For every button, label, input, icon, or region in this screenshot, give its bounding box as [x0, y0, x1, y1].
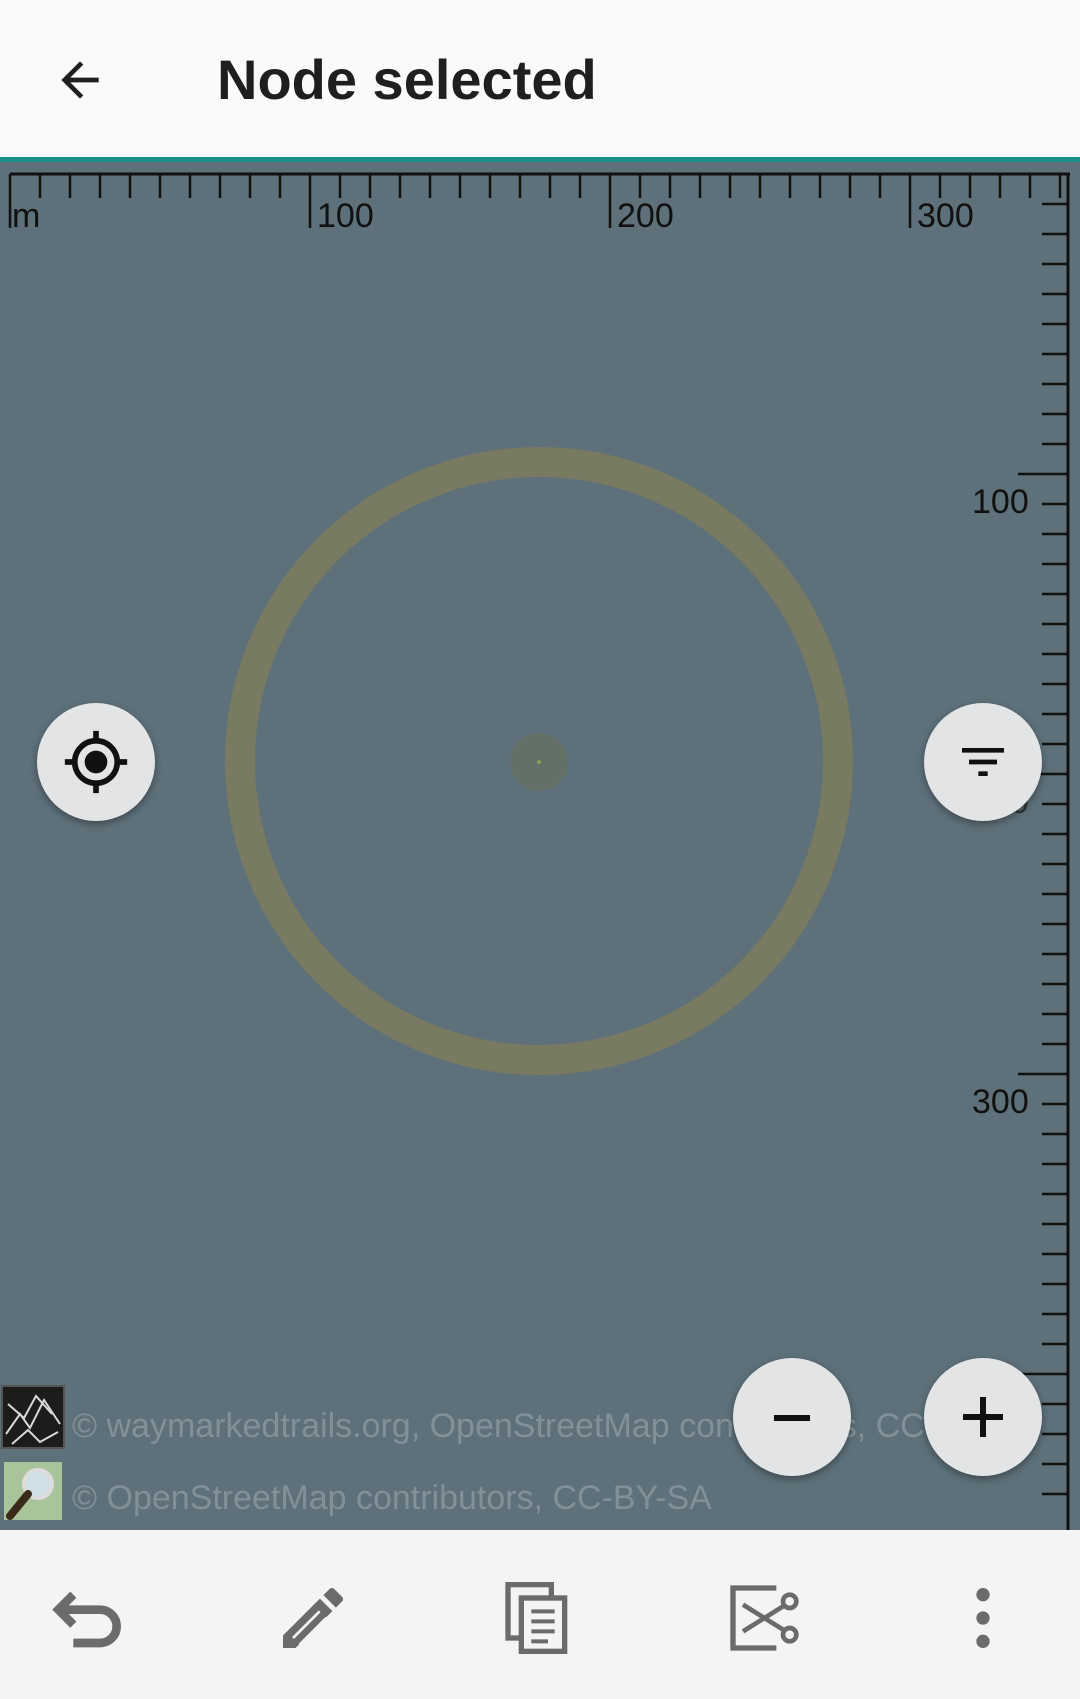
map-view[interactable]: m 100 200 300 100 200 300 400 © waymarke…	[0, 162, 1080, 1530]
edit-tags-button[interactable]	[263, 1568, 363, 1668]
attribution-waymarkedtrails[interactable]: © waymarkedtrails.org, OpenStreetMap con…	[72, 1406, 1035, 1446]
plus-icon	[963, 1397, 1003, 1437]
scale-top-label-200: 200	[617, 197, 674, 235]
copy-button[interactable]	[488, 1568, 588, 1668]
arrow-left-icon	[61, 61, 99, 99]
app-bar: Node selected	[0, 0, 1080, 157]
selected-node-center	[537, 760, 541, 764]
attribution-openstreetmap[interactable]: © OpenStreetMap contributors, CC-BY-SA	[72, 1478, 712, 1518]
undo-icon	[52, 1591, 121, 1648]
back-button[interactable]	[40, 40, 120, 120]
scale-top-label-300: 300	[917, 197, 974, 235]
more-vertical-icon	[976, 1588, 990, 1648]
filter-button[interactable]	[924, 703, 1042, 821]
zoom-out-button[interactable]	[733, 1358, 851, 1476]
more-options-button[interactable]	[933, 1568, 1033, 1668]
copy-icon	[505, 1582, 568, 1654]
cut-icon	[730, 1585, 799, 1651]
scale-right-label-100: 100	[972, 483, 1029, 521]
scale-unit-label: m	[12, 197, 41, 235]
filter-icon	[962, 748, 1004, 776]
scale-right-label-300: 300	[972, 1083, 1029, 1121]
undo-button[interactable]	[40, 1568, 140, 1668]
cut-button[interactable]	[713, 1568, 813, 1668]
bottom-action-bar	[0, 1530, 1080, 1699]
waymarkedtrails-overlay-icon	[1, 1385, 65, 1449]
pencil-icon	[283, 1587, 344, 1648]
zoom-in-button[interactable]	[924, 1358, 1042, 1476]
gps-crosshair-icon	[64, 730, 128, 794]
locate-button[interactable]	[37, 703, 155, 821]
page-title: Node selected	[217, 48, 597, 111]
openstreetmap-logo-icon	[4, 1462, 62, 1520]
minus-icon	[774, 1415, 810, 1421]
scale-top-label-100: 100	[317, 197, 374, 235]
